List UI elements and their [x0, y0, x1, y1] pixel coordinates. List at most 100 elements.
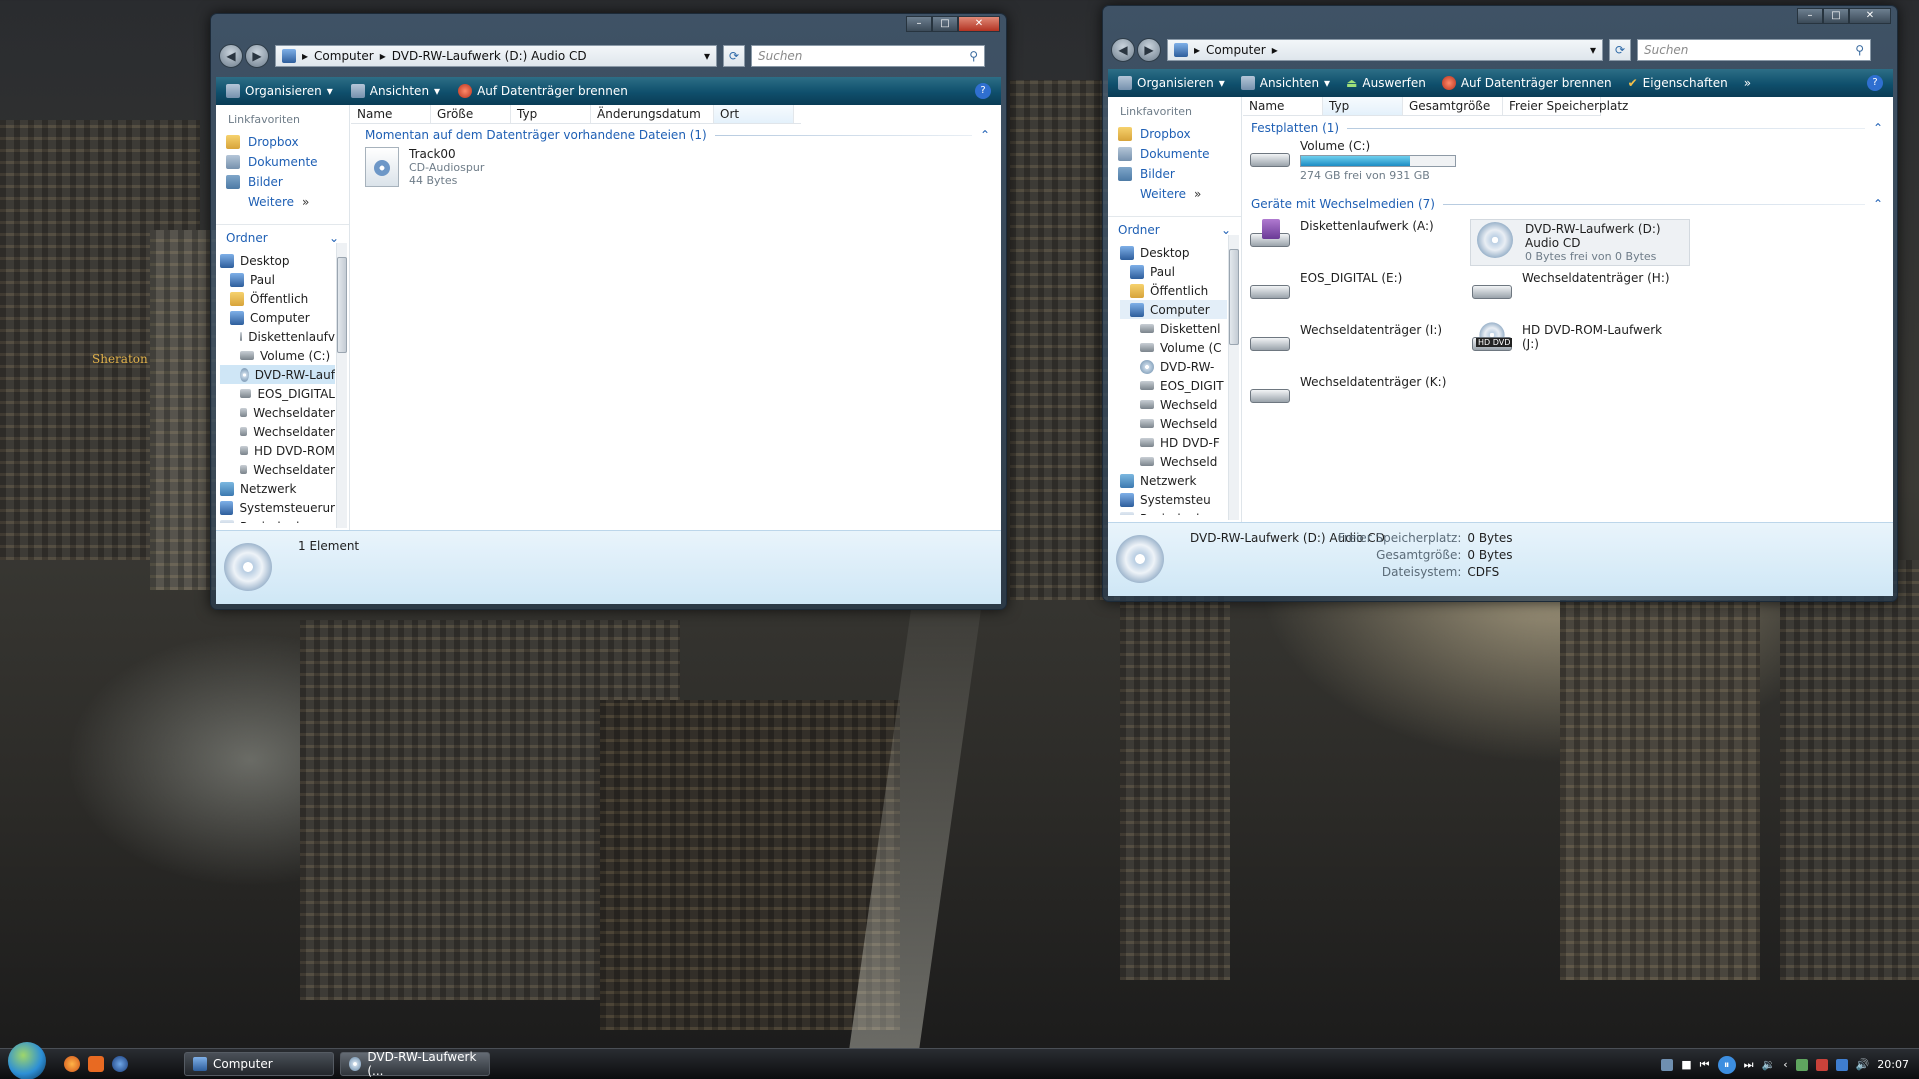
security-tray-icon[interactable]: [1815, 1058, 1828, 1071]
explorer-window-audio-cd[interactable]: – □ ✕ ◀ ▶ ▸ Computer ▸ DVD-RW-Laufwerk (…: [210, 13, 1007, 610]
forward-button[interactable]: ▶: [1137, 38, 1161, 62]
media-player-icon[interactable]: [112, 1056, 128, 1072]
clock[interactable]: 20:07: [1877, 1058, 1909, 1071]
back-button[interactable]: ◀: [1111, 38, 1135, 62]
tree-item[interactable]: Öffentlich: [220, 289, 335, 308]
tree-item[interactable]: Wechseldater: [220, 403, 335, 422]
favorite-dropbox[interactable]: Dropbox: [1108, 124, 1241, 144]
maximize-button[interactable]: □: [932, 16, 958, 32]
column-size[interactable]: Größe: [431, 105, 511, 123]
device-item[interactable]: Wechseldatenträger (I:): [1248, 323, 1450, 357]
breadcrumb-computer[interactable]: Computer: [1206, 43, 1266, 57]
tree-item[interactable]: Wechseld: [1120, 395, 1227, 414]
start-button[interactable]: [8, 1042, 46, 1079]
tree-scrollbar-thumb[interactable]: [337, 257, 347, 353]
tree-item[interactable]: DVD-RW-: [1120, 357, 1227, 376]
tree-scrollbar[interactable]: [336, 243, 347, 528]
tree-item[interactable]: Desktop: [1120, 243, 1227, 262]
burn-button[interactable]: Auf Datenträger brennen: [458, 84, 628, 98]
tree-item[interactable]: Computer: [1120, 300, 1227, 319]
chevron-down-icon[interactable]: ▾: [1590, 43, 1596, 57]
explorer-window-computer[interactable]: – □ ✕ ◀ ▶ ▸ Computer ▸ ▾ ⟳ Suchen ⚲ Orga…: [1102, 5, 1898, 602]
minimize-button[interactable]: –: [1797, 8, 1823, 24]
tree-item[interactable]: Systemsteuerur: [220, 498, 335, 517]
favorite-more[interactable]: Weitere »: [216, 192, 349, 212]
organize-button[interactable]: Organisieren ▾: [226, 84, 333, 98]
device-item[interactable]: EOS_DIGITAL (E:): [1248, 271, 1450, 305]
tree-item[interactable]: Papierkorb: [1120, 509, 1227, 515]
tray-app-icon[interactable]: [1661, 1058, 1674, 1071]
maximize-button[interactable]: □: [1823, 8, 1849, 24]
folder-tree[interactable]: Desktop Paul Öffentlich Computer Diskettenl V…: [1108, 243, 1241, 515]
tree-item[interactable]: Paul: [1120, 262, 1227, 281]
properties-button[interactable]: ✔ Eigenschaften: [1628, 76, 1728, 90]
tree-item[interactable]: EOS_DIGITAL: [220, 384, 335, 403]
column-name[interactable]: Name: [1243, 97, 1323, 115]
breadcrumb-computer[interactable]: Computer: [314, 49, 374, 63]
tree-item[interactable]: HD DVD-ROM: [220, 441, 335, 460]
address-bar[interactable]: ▸ Computer ▸ ▾: [1167, 39, 1603, 61]
views-button[interactable]: Ansichten ▾: [1240, 76, 1330, 90]
tree-item[interactable]: DVD-RW-Lauf: [220, 365, 335, 384]
next-icon[interactable]: ⏭: [1744, 1058, 1754, 1072]
burn-button[interactable]: Auf Datenträger brennen: [1441, 76, 1612, 90]
speaker-icon[interactable]: 🔊: [1856, 1058, 1870, 1071]
favorite-documents[interactable]: Dokumente: [216, 152, 349, 172]
pause-icon[interactable]: ⏸: [1717, 1055, 1736, 1074]
column-name[interactable]: Name: [351, 105, 431, 123]
tree-item[interactable]: Systemsteu: [1120, 490, 1227, 509]
favorite-dropbox[interactable]: Dropbox: [216, 132, 349, 152]
tree-item[interactable]: Paul: [220, 270, 335, 289]
column-total-size[interactable]: Gesamtgröße: [1403, 97, 1503, 115]
device-item[interactable]: Wechseldatenträger (H:): [1470, 271, 1672, 305]
address-bar[interactable]: ▸ Computer ▸ DVD-RW-Laufwerk (D:) Audio …: [275, 45, 717, 67]
more-commands-button[interactable]: »: [1744, 76, 1751, 90]
group-header-hard-disks[interactable]: Festplatten (1) ⌃: [1251, 121, 1883, 135]
tree-scrollbar[interactable]: [1228, 235, 1239, 520]
views-button[interactable]: Ansichten ▾: [350, 84, 440, 98]
group-header-files[interactable]: Momentan auf dem Datenträger vorhandene …: [365, 128, 990, 142]
display-tray-icon[interactable]: [1835, 1058, 1848, 1071]
folders-toggle[interactable]: Ordner ⌄: [1108, 216, 1241, 243]
folders-toggle[interactable]: Ordner ⌄: [216, 224, 349, 251]
tree-item[interactable]: Diskettenlaufv: [220, 327, 335, 346]
tree-item[interactable]: Wechseldater: [220, 422, 335, 441]
close-button[interactable]: ✕: [958, 16, 1000, 32]
tree-item[interactable]: Wechseld: [1120, 414, 1227, 433]
tree-item[interactable]: Netzwerk: [220, 479, 335, 498]
favorite-more[interactable]: Weitere »: [1108, 184, 1241, 204]
chevron-left-icon[interactable]: ‹: [1783, 1058, 1787, 1071]
help-icon[interactable]: ?: [975, 83, 991, 99]
column-free-space[interactable]: Freier Speicherplatz: [1503, 97, 1628, 115]
back-button[interactable]: ◀: [219, 44, 243, 68]
search-input[interactable]: Suchen ⚲: [751, 45, 985, 67]
column-modified[interactable]: Änderungsdatum: [591, 105, 714, 123]
tree-item[interactable]: EOS_DIGIT: [1120, 376, 1227, 395]
help-icon[interactable]: ?: [1867, 75, 1883, 91]
firefox-icon[interactable]: [64, 1056, 80, 1072]
taskbar-button-dvd[interactable]: DVD-RW-Laufwerk (...: [340, 1050, 490, 1078]
tree-item[interactable]: Wechseld: [1120, 452, 1227, 471]
breadcrumb-dvd-drive[interactable]: DVD-RW-Laufwerk (D:) Audio CD: [392, 49, 587, 63]
group-header-removable[interactable]: Geräte mit Wechselmedien (7) ⌃: [1251, 197, 1883, 211]
tree-item[interactable]: Papierkorb: [220, 517, 335, 523]
column-location[interactable]: Ort: [714, 105, 794, 123]
tree-item[interactable]: Volume (C:): [220, 346, 335, 365]
tree-scrollbar-thumb[interactable]: [1229, 249, 1239, 345]
favorite-pictures[interactable]: Bilder: [1108, 164, 1241, 184]
tree-item[interactable]: Diskettenl: [1120, 319, 1227, 338]
forward-button[interactable]: ▶: [245, 44, 269, 68]
column-type[interactable]: Typ: [1323, 97, 1403, 115]
tree-item[interactable]: Computer: [220, 308, 335, 327]
tree-item[interactable]: Wechseldater: [220, 460, 335, 479]
taskbar-button-computer[interactable]: Computer: [184, 1052, 334, 1076]
minimize-button[interactable]: –: [906, 16, 932, 32]
close-button[interactable]: ✕: [1849, 8, 1891, 24]
network-tray-icon[interactable]: [1795, 1058, 1808, 1071]
device-item[interactable]: HD DVD HD DVD-ROM-Laufwerk (J:): [1470, 322, 1672, 357]
chevron-down-icon[interactable]: ▾: [704, 49, 710, 63]
stop-icon[interactable]: ■: [1681, 1058, 1691, 1071]
tree-item[interactable]: Desktop: [220, 251, 335, 270]
refresh-button[interactable]: ⟳: [723, 45, 745, 67]
tree-item[interactable]: Volume (C: [1120, 338, 1227, 357]
